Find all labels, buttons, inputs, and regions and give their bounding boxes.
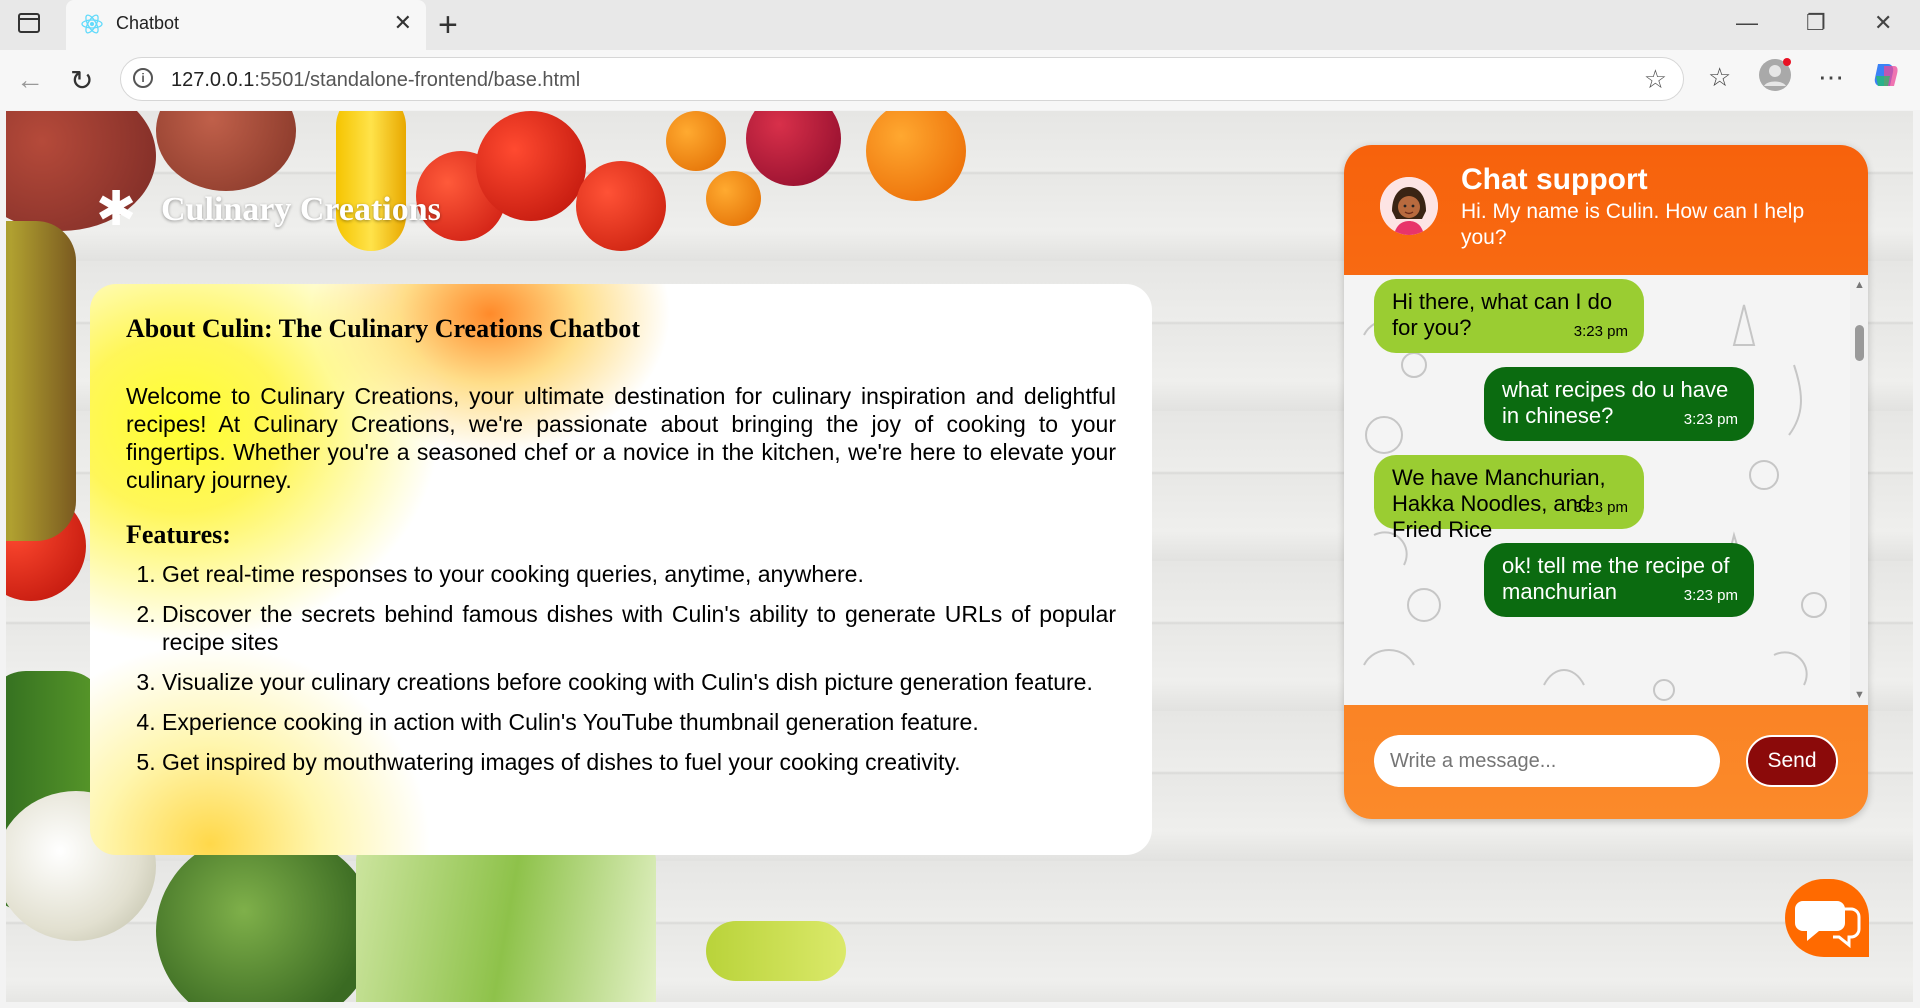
celery-decoration <box>356 831 656 1002</box>
scroll-up-arrow-icon[interactable]: ▲ <box>1854 279 1865 291</box>
send-button[interactable]: Send <box>1746 735 1838 787</box>
feature-item: Discover the secrets behind famous dishe… <box>162 600 1116 656</box>
back-icon[interactable]: ← <box>16 64 44 96</box>
url-host: 127.0.0.1 <box>171 69 255 91</box>
bot-message: We have Manchurian, Hakka Noodles, and F… <box>1374 455 1644 542</box>
sidebar-toggle-icon[interactable] <box>18 13 40 33</box>
more-options-icon[interactable]: ⋯ <box>1818 62 1844 93</box>
favorites-icon[interactable]: ☆ <box>1708 62 1731 93</box>
favorite-star-icon[interactable]: ☆ <box>1644 64 1667 95</box>
url-path: :5501/standalone-frontend/base.html <box>254 69 581 91</box>
tomato-decoration <box>476 111 586 221</box>
browser-tab-bar: Chatbot ✕ + — ❐ ✕ <box>0 0 1920 50</box>
chat-subtitle: Hi. My name is Culin. How can I help you… <box>1461 200 1805 249</box>
minimize-button[interactable]: — <box>1736 10 1758 36</box>
tomato-decoration <box>576 161 666 251</box>
support-avatar <box>1380 177 1438 235</box>
reload-icon[interactable]: ↻ <box>70 64 93 97</box>
chat-header: Chat support Hi. My name is Culin. How c… <box>1344 145 1868 275</box>
react-icon <box>81 14 103 34</box>
chat-widget: Chat support Hi. My name is Culin. How c… <box>1344 145 1868 819</box>
cabbage-decoration <box>156 831 376 1002</box>
restore-button[interactable]: ❐ <box>1806 10 1826 36</box>
close-window-button[interactable]: ✕ <box>1874 10 1892 36</box>
brand-name: Culinary Creations <box>161 191 441 228</box>
asterisk-logo-icon: ✱ <box>96 183 137 236</box>
url-text: 127.0.0.1:5501/standalone-frontend/base.… <box>171 69 580 92</box>
site-info-icon[interactable]: i <box>133 68 153 88</box>
user-message: ok! tell me the recipe of manchurian 3:2… <box>1484 543 1754 617</box>
yellow-pepper-decoration <box>336 111 406 251</box>
feature-item: Get inspired by mouthwatering images of … <box>162 748 1116 776</box>
message-time: 3:23 pm <box>1683 587 1738 604</box>
message-time: 3:23 pm <box>1573 323 1628 340</box>
chat-scrollbar[interactable]: ▲ ▼ <box>1850 275 1868 705</box>
tab-close-icon[interactable]: ✕ <box>394 10 412 36</box>
chat-launcher-button[interactable] <box>1785 879 1869 957</box>
bot-message: Hi there, what can I do for you? 3:23 pm <box>1374 279 1644 353</box>
scroll-thumb[interactable] <box>1855 325 1864 361</box>
pepper-decoration <box>706 921 846 981</box>
message-input[interactable] <box>1374 735 1720 787</box>
chat-messages[interactable]: Hi there, what can I do for you? 3:23 pm… <box>1344 275 1868 705</box>
feature-item: Visualize your culinary creations before… <box>162 668 1116 696</box>
chat-title: Chat support <box>1461 163 1648 196</box>
about-card: About Culin: The Culinary Creations Chat… <box>90 284 1152 855</box>
features-list: Get real-time responses to your cooking … <box>126 560 1116 776</box>
features-heading: Features: <box>126 520 231 549</box>
onion-decoration <box>746 111 841 186</box>
copilot-icon[interactable] <box>1870 60 1902 99</box>
cherry-tomato-decoration <box>706 171 761 226</box>
about-heading: About Culin: The Culinary Creations Chat… <box>126 314 641 343</box>
woman-avatar-icon <box>1380 177 1438 235</box>
message-time: 3:23 pm <box>1573 499 1628 516</box>
herbs-decoration <box>6 221 76 541</box>
new-tab-button[interactable]: + <box>438 6 458 45</box>
profile-avatar-icon[interactable] <box>1758 58 1792 99</box>
orange-tomato-decoration <box>866 111 966 201</box>
user-message: what recipes do u have in chinese? 3:23 … <box>1484 367 1754 441</box>
browser-tab[interactable]: Chatbot ✕ <box>66 0 426 50</box>
potato-decoration <box>156 111 296 191</box>
cherry-tomato-decoration <box>666 111 726 171</box>
message-time: 3:23 pm <box>1683 411 1738 428</box>
scroll-down-arrow-icon[interactable]: ▼ <box>1854 689 1865 701</box>
tab-title: Chatbot <box>116 13 180 33</box>
feature-item: Experience cooking in action with Culin'… <box>162 708 1116 736</box>
address-toolbar: ← ↻ i 127.0.0.1:5501/standalone-frontend… <box>0 50 1920 110</box>
about-intro: Welcome to Culinary Creations, your ulti… <box>126 383 1116 493</box>
chat-bubbles-icon <box>1795 901 1861 949</box>
address-bar[interactable]: i 127.0.0.1:5501/standalone-frontend/bas… <box>120 57 1684 101</box>
feature-item: Get real-time responses to your cooking … <box>162 560 1116 588</box>
